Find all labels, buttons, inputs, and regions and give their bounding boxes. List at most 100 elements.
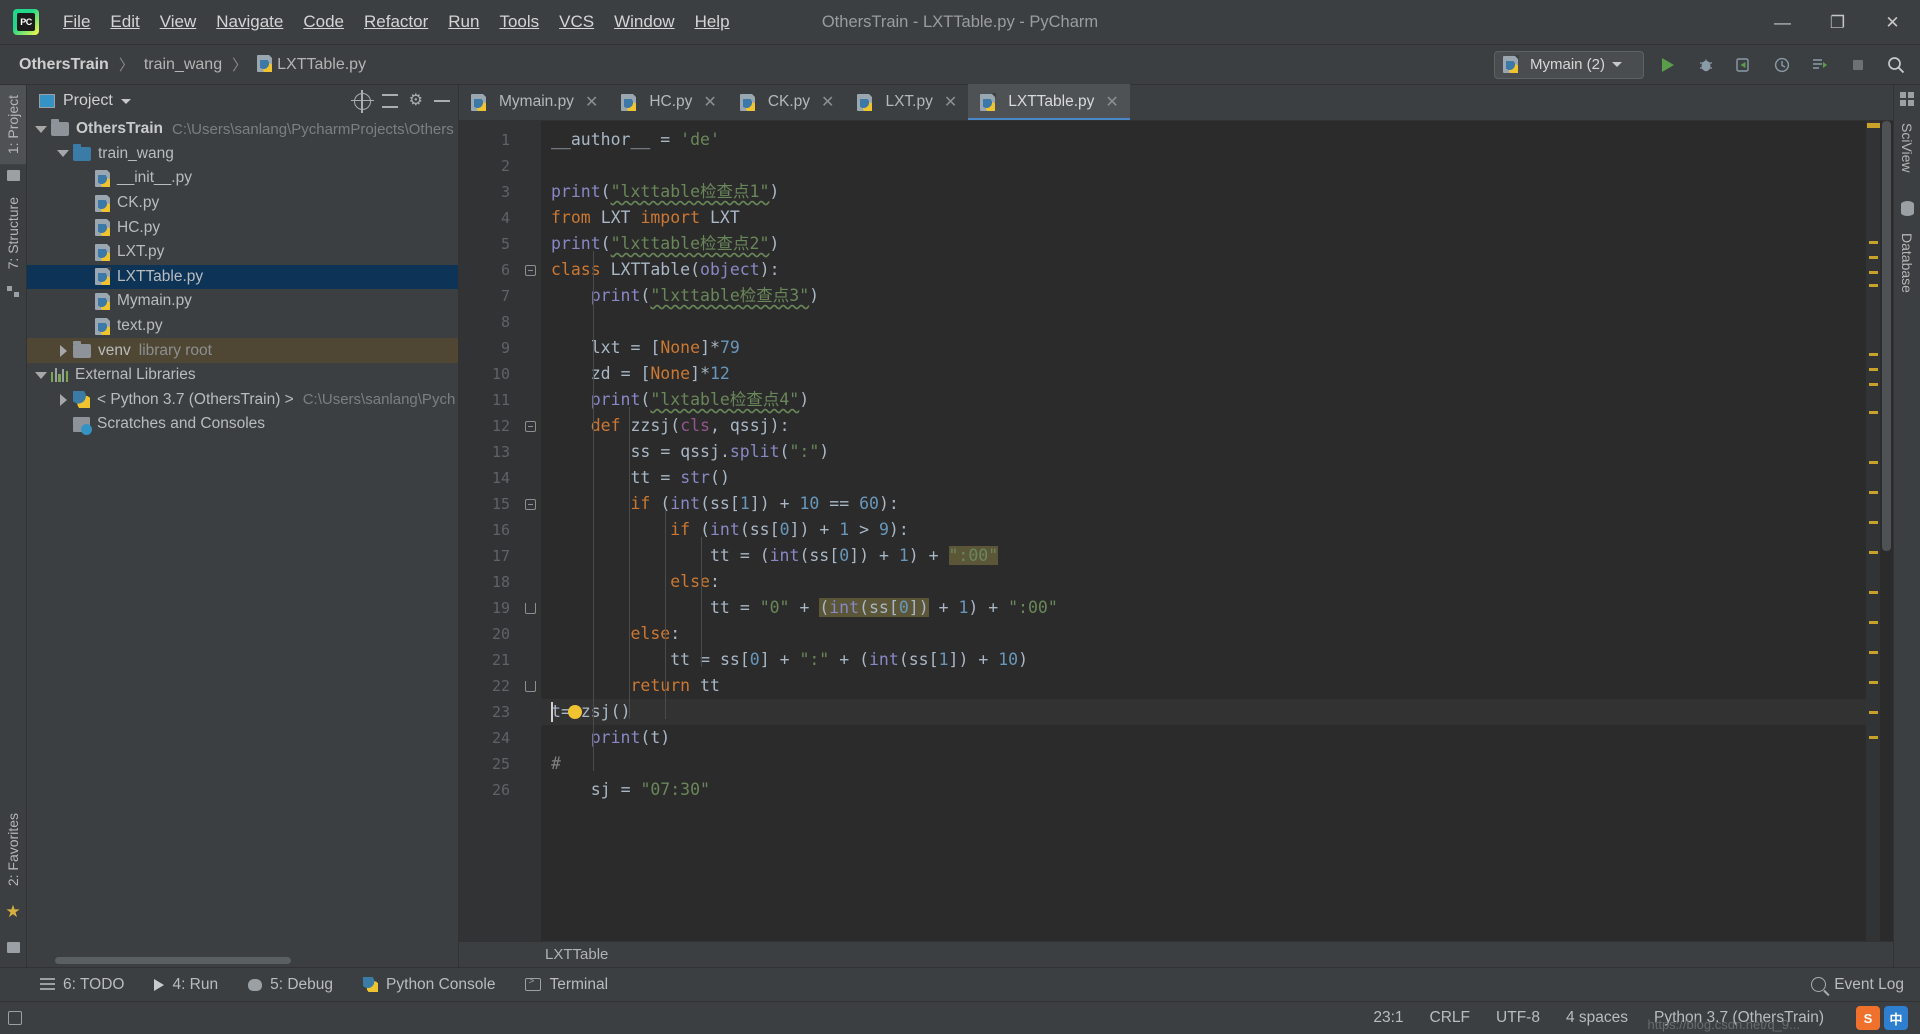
editor-tab-LXT-py[interactable]: LXT.py ✕ bbox=[845, 84, 968, 120]
code-line[interactable]: if (int(ss[1]) + 10 == 60): bbox=[541, 491, 1866, 517]
sidebar-tab-favorites[interactable]: 2: Favorites bbox=[0, 803, 26, 896]
breadcrumb-project[interactable]: OthersTrain bbox=[14, 54, 114, 76]
close-icon[interactable]: ✕ bbox=[585, 92, 598, 112]
tree-row[interactable]: text.py bbox=[27, 314, 458, 339]
show-tool-windows-icon[interactable] bbox=[8, 1011, 22, 1025]
code-line[interactable]: zd = [None]*12 bbox=[541, 361, 1866, 387]
menu-file[interactable]: File bbox=[53, 8, 100, 36]
fold-marker-def[interactable] bbox=[519, 413, 541, 439]
menu-refactor[interactable]: Refactor bbox=[354, 8, 438, 36]
code-line[interactable]: tt = "0" + (int(ss[0]) + 1) + ":00" bbox=[541, 595, 1866, 621]
collapse-all-icon[interactable] bbox=[381, 93, 398, 109]
ime-tray-icon[interactable]: 中 bbox=[1884, 1006, 1908, 1030]
stop-button[interactable] bbox=[1844, 51, 1872, 79]
code-line[interactable]: # bbox=[541, 751, 1866, 777]
code-line[interactable]: from LXT import LXT bbox=[541, 205, 1866, 231]
sidebar-tab-database[interactable]: Database bbox=[1894, 223, 1920, 303]
code-line[interactable]: print("lxttable检查点3") bbox=[541, 283, 1866, 309]
tree-row[interactable]: OthersTrain C:\Users\sanlang\PycharmProje… bbox=[27, 117, 458, 142]
close-icon[interactable]: ✕ bbox=[944, 92, 957, 112]
code-editor[interactable]: __author__ = 'de' print("lxttable检查点1") fr… bbox=[541, 121, 1866, 941]
project-scrollbar-thumb[interactable] bbox=[55, 957, 291, 964]
fold-marker-if[interactable] bbox=[519, 491, 541, 517]
code-line[interactable]: ss = qssj.split(":") bbox=[541, 439, 1866, 465]
menu-view[interactable]: View bbox=[150, 8, 207, 36]
sidebar-tab-sciview[interactable]: SciView bbox=[1894, 113, 1920, 183]
code-line[interactable]: print(t) bbox=[541, 725, 1866, 751]
editor-tab-Mymain-py[interactable]: Mymain.py ✕ bbox=[459, 84, 609, 120]
search-everywhere-button[interactable] bbox=[1882, 51, 1910, 79]
tree-row[interactable]: External Libraries bbox=[27, 363, 458, 388]
tree-row[interactable]: Scratches and Consoles bbox=[27, 412, 458, 437]
terminal-strip-icon[interactable] bbox=[6, 942, 20, 953]
code-line[interactable]: __author__ = 'de' bbox=[541, 127, 1866, 153]
code-line[interactable]: sj = "07:30" bbox=[541, 777, 1866, 803]
tool-window-terminal[interactable]: Terminal bbox=[525, 976, 608, 994]
code-line[interactable]: if (int(ss[0]) + 1 > 9): bbox=[541, 517, 1866, 543]
code-line[interactable]: else: bbox=[541, 569, 1866, 595]
menu-help[interactable]: Help bbox=[685, 8, 740, 36]
code-line[interactable]: tt = (int(ss[0]) + 1) + ":00" bbox=[541, 543, 1866, 569]
favorites-star-icon[interactable]: ★ bbox=[5, 902, 20, 922]
tool-window-todo[interactable]: 6: TODO bbox=[40, 976, 124, 994]
editor-tab-CK-py[interactable]: CK.py ✕ bbox=[728, 84, 846, 120]
run-with-coverage-button[interactable] bbox=[1730, 51, 1758, 79]
tree-row[interactable]: < Python 3.7 (OthersTrain) > C:\Users\san… bbox=[27, 388, 458, 413]
tree-row[interactable]: venv library root bbox=[27, 338, 458, 363]
breadcrumb-folder[interactable]: train_wang bbox=[139, 54, 227, 76]
code-line[interactable]: print("lxtable检查点4") bbox=[541, 387, 1866, 413]
menu-window[interactable]: Window bbox=[604, 8, 684, 36]
close-icon[interactable]: ✕ bbox=[703, 92, 716, 112]
menu-vcs[interactable]: VCS bbox=[549, 8, 604, 36]
indent-setting[interactable]: 4 spaces bbox=[1566, 1009, 1628, 1027]
menu-run[interactable]: Run bbox=[438, 8, 489, 36]
line-separator[interactable]: CRLF bbox=[1430, 1009, 1470, 1027]
menu-tools[interactable]: Tools bbox=[489, 8, 549, 36]
editor-tab-HC-py[interactable]: HC.py ✕ bbox=[609, 84, 727, 120]
caret-position[interactable]: 23:1 bbox=[1373, 1009, 1403, 1027]
tree-row[interactable]: HC.py bbox=[27, 215, 458, 240]
tree-row[interactable]: train_wang bbox=[27, 142, 458, 167]
maximize-button[interactable]: ❐ bbox=[1810, 0, 1865, 45]
sidebar-tab-structure[interactable]: 7: Structure bbox=[0, 187, 26, 279]
run-button[interactable] bbox=[1654, 51, 1682, 79]
project-view-chevron-down-icon[interactable] bbox=[120, 98, 131, 104]
close-icon[interactable]: ✕ bbox=[1105, 92, 1118, 112]
sidebar-tab-project[interactable]: 1: Project bbox=[0, 85, 26, 165]
code-line[interactable] bbox=[541, 153, 1866, 179]
file-encoding[interactable]: UTF-8 bbox=[1496, 1009, 1540, 1027]
menu-code[interactable]: Code bbox=[293, 8, 354, 36]
code-line[interactable]: t=zzsj() bbox=[541, 699, 1866, 725]
tree-expand-arrow-right-icon[interactable] bbox=[53, 344, 73, 357]
tool-window-run[interactable]: 4: Run bbox=[154, 976, 218, 994]
code-line[interactable] bbox=[541, 309, 1866, 335]
structure-strip-icon[interactable] bbox=[6, 285, 20, 297]
attach-debugger-button[interactable] bbox=[1806, 51, 1834, 79]
tool-window-python-console[interactable]: Python Console bbox=[363, 976, 495, 994]
event-log-button[interactable]: Event Log bbox=[1811, 976, 1904, 994]
tree-row[interactable]: __init__.py bbox=[27, 166, 458, 191]
code-line[interactable]: tt = ss[0] + ":" + (int(ss[1]) + 10) bbox=[541, 647, 1866, 673]
folder-strip-icon[interactable] bbox=[6, 170, 20, 182]
project-horizontal-scrollbar[interactable] bbox=[27, 954, 458, 967]
sogou-tray-icon[interactable]: S bbox=[1856, 1006, 1880, 1030]
tree-row[interactable]: CK.py bbox=[27, 191, 458, 216]
gear-icon[interactable]: ⚙ bbox=[409, 93, 423, 109]
code-line[interactable]: print("lxttable检查点1") bbox=[541, 179, 1866, 205]
editor-vertical-scrollbar[interactable] bbox=[1880, 121, 1893, 941]
close-icon[interactable]: ✕ bbox=[821, 92, 834, 112]
close-button[interactable]: ✕ bbox=[1865, 0, 1920, 45]
intention-bulb-icon[interactable] bbox=[568, 705, 582, 719]
tree-expand-arrow-down-icon[interactable] bbox=[31, 371, 51, 379]
editor-marker-bar[interactable] bbox=[1866, 121, 1880, 941]
hide-panel-icon[interactable] bbox=[434, 100, 450, 102]
code-line[interactable]: print("lxttable检查点2") bbox=[541, 231, 1866, 257]
menu-edit[interactable]: Edit bbox=[100, 8, 149, 36]
menu-navigate[interactable]: Navigate bbox=[206, 8, 293, 36]
code-line[interactable]: def zzsj(cls, qssj): bbox=[541, 413, 1866, 439]
code-line[interactable]: lxt = [None]*79 bbox=[541, 335, 1866, 361]
editor-structure-breadcrumb[interactable]: LXTTable bbox=[459, 941, 1893, 967]
breadcrumb-file[interactable]: LXTTable.py bbox=[252, 53, 371, 76]
profile-button[interactable] bbox=[1768, 51, 1796, 79]
fold-marker-end-2[interactable] bbox=[519, 673, 541, 699]
